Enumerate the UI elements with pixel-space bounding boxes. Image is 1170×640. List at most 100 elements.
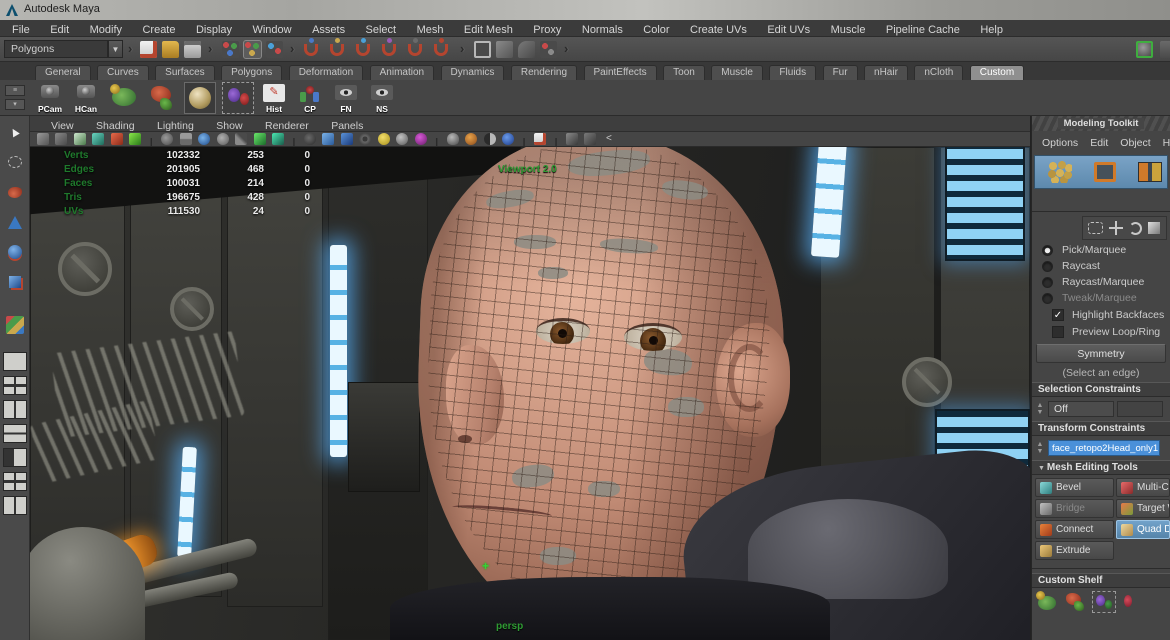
vp-menu-show[interactable]: Show [207, 119, 251, 132]
menu-create-uvs[interactable]: Create UVs [682, 22, 755, 36]
snap-to-view-plane-icon[interactable] [408, 44, 422, 56]
shelf-tab-ncloth[interactable]: nCloth [914, 65, 963, 80]
menu-pipeline-cache[interactable]: Pipeline Cache [878, 22, 968, 36]
snap-to-projected-center-icon[interactable] [382, 44, 396, 56]
collapse-chevron-icon[interactable]: ▲▼ [1035, 441, 1045, 455]
collapse-chevron-icon[interactable]: ▲▼ [1035, 402, 1045, 416]
2d-pan-zoom-icon[interactable] [129, 133, 141, 145]
shelf-tab-painteffects[interactable]: PaintEffects [584, 65, 657, 80]
status-separator[interactable]: › [208, 41, 212, 56]
menu-edit[interactable]: Edit [42, 22, 77, 36]
bridge-button[interactable]: Bridge [1035, 499, 1114, 518]
symmetry-button[interactable]: Symmetry [1036, 344, 1166, 363]
shelf-tab-general[interactable]: General [35, 65, 91, 80]
toolkit-menu-options[interactable]: Options [1036, 136, 1084, 150]
shelf-tab-toon[interactable]: Toon [663, 65, 705, 80]
shelf-popup-button[interactable]: ▾ [5, 99, 25, 110]
menu-proxy[interactable]: Proxy [525, 22, 569, 36]
share-icon[interactable]: < [603, 133, 615, 145]
status-separator[interactable]: › [460, 41, 464, 56]
selection-constraint-value-box[interactable] [1117, 401, 1163, 417]
shelf-item-fn[interactable]: FN [330, 82, 362, 114]
shelf-tab-custom[interactable]: Custom [970, 65, 1024, 80]
shelf-item-ns[interactable]: NS [366, 82, 398, 114]
vp-menu-lighting[interactable]: Lighting [148, 119, 203, 132]
wireframe-icon[interactable] [161, 133, 173, 145]
shelf-tab-dynamics[interactable]: Dynamics [441, 65, 505, 80]
film-gate-icon[interactable] [359, 133, 371, 145]
shelf-tab-rendering[interactable]: Rendering [511, 65, 577, 80]
shelf-brush-button[interactable] [1120, 591, 1144, 613]
snap-to-curve-icon[interactable] [330, 44, 344, 56]
shelf-item-cp[interactable]: CP [294, 82, 326, 114]
menu-edit-uvs[interactable]: Edit UVs [759, 22, 818, 36]
snapshot-icon[interactable] [534, 133, 546, 145]
select-component-icon[interactable] [266, 41, 283, 58]
shelf-item-sphere-material[interactable] [184, 82, 216, 114]
menu-display[interactable]: Display [188, 22, 240, 36]
shelf-tab-nhair[interactable]: nHair [864, 65, 908, 80]
toolkit-menu-edit[interactable]: Edit [1084, 136, 1114, 150]
mesh-editing-tools-header[interactable]: ▼ Mesh Editing Tools [1032, 460, 1170, 475]
open-scene-button[interactable] [162, 41, 179, 58]
render-settings-icon[interactable] [540, 41, 557, 58]
scale-icon[interactable] [1148, 222, 1160, 234]
scale-tool-button[interactable] [1, 270, 28, 296]
rotate-tool-button[interactable] [1, 240, 28, 266]
shadows-toggle-icon[interactable] [447, 133, 459, 145]
vp-menu-shading[interactable]: Shading [87, 119, 144, 132]
menu-modify[interactable]: Modify [82, 22, 130, 36]
select-tool-button[interactable]: ▲ [1, 120, 28, 146]
menu-create[interactable]: Create [134, 22, 183, 36]
lasso-select-tool-button[interactable] [1, 150, 28, 176]
lock-camera-icon[interactable] [55, 133, 67, 145]
scene-3d[interactable]: Verts 102332 253 0 Edges 201905 468 0 Fa… [30, 147, 1030, 640]
toolkit-menu-object[interactable]: Object [1114, 136, 1156, 150]
last-tool-button[interactable] [1, 312, 28, 338]
target-weld-button[interactable]: Target W [1116, 499, 1170, 518]
status-separator[interactable]: › [564, 41, 568, 56]
screen-space-ao-icon[interactable] [254, 133, 266, 145]
status-separator[interactable]: › [290, 41, 294, 56]
snap-to-grid-icon[interactable] [304, 44, 318, 56]
radio-raycast-marquee[interactable]: Raycast/Marquee [1032, 274, 1170, 290]
exposure-icon[interactable] [484, 133, 496, 145]
menu-muscle[interactable]: Muscle [823, 22, 874, 36]
extrude-button[interactable]: Extrude [1035, 541, 1114, 560]
shaded-mode-icon[interactable] [180, 133, 192, 145]
move-icon[interactable] [1109, 221, 1123, 235]
checkbox-preview-loop-ring[interactable]: Preview Loop/Ring [1032, 323, 1170, 340]
menu-assets[interactable]: Assets [304, 22, 353, 36]
shelf-tab-polygons[interactable]: Polygons [221, 65, 282, 80]
menu-mesh[interactable]: Mesh [409, 22, 452, 36]
ao-ball-icon[interactable] [465, 133, 477, 145]
paint-select-tool-button[interactable] [1, 180, 28, 206]
textured-mode-icon[interactable] [198, 133, 210, 145]
layout-single-pane-button[interactable] [3, 352, 27, 371]
wireframe-on-shaded-icon[interactable] [341, 133, 353, 145]
shadows-icon[interactable] [235, 133, 247, 145]
render-view-icon[interactable] [474, 41, 491, 58]
vp-menu-renderer[interactable]: Renderer [256, 119, 318, 132]
status-separator[interactable]: › [128, 41, 132, 56]
shelf-item-hand-tool[interactable] [108, 82, 140, 114]
xray-icon[interactable] [322, 133, 334, 145]
default-light-icon[interactable] [396, 133, 408, 145]
light-icon[interactable] [378, 133, 390, 145]
bookmark-icon[interactable] [92, 133, 104, 145]
layout-two-pane-side-button[interactable] [3, 400, 27, 419]
vp-menu-view[interactable]: View [42, 119, 83, 132]
selection-constraint-dropdown[interactable]: Off [1048, 401, 1114, 417]
save-scene-button[interactable] [184, 41, 201, 58]
shelf-paint-tool-button[interactable] [1064, 591, 1088, 613]
vp-menu-panels[interactable]: Panels [322, 119, 372, 132]
menu-normals[interactable]: Normals [574, 22, 631, 36]
radio-raycast[interactable]: Raycast [1032, 258, 1170, 274]
motion-blur-icon[interactable] [272, 133, 284, 145]
radio-pick-marquee[interactable]: Pick/Marquee [1032, 242, 1170, 258]
menu-window[interactable]: Window [244, 22, 299, 36]
gamma-icon[interactable] [502, 133, 514, 145]
select-camera-icon[interactable] [37, 133, 49, 145]
shelf-paint-selection-button[interactable] [1092, 591, 1116, 613]
menu-set-selector-arrow[interactable]: ▼ [108, 40, 123, 58]
